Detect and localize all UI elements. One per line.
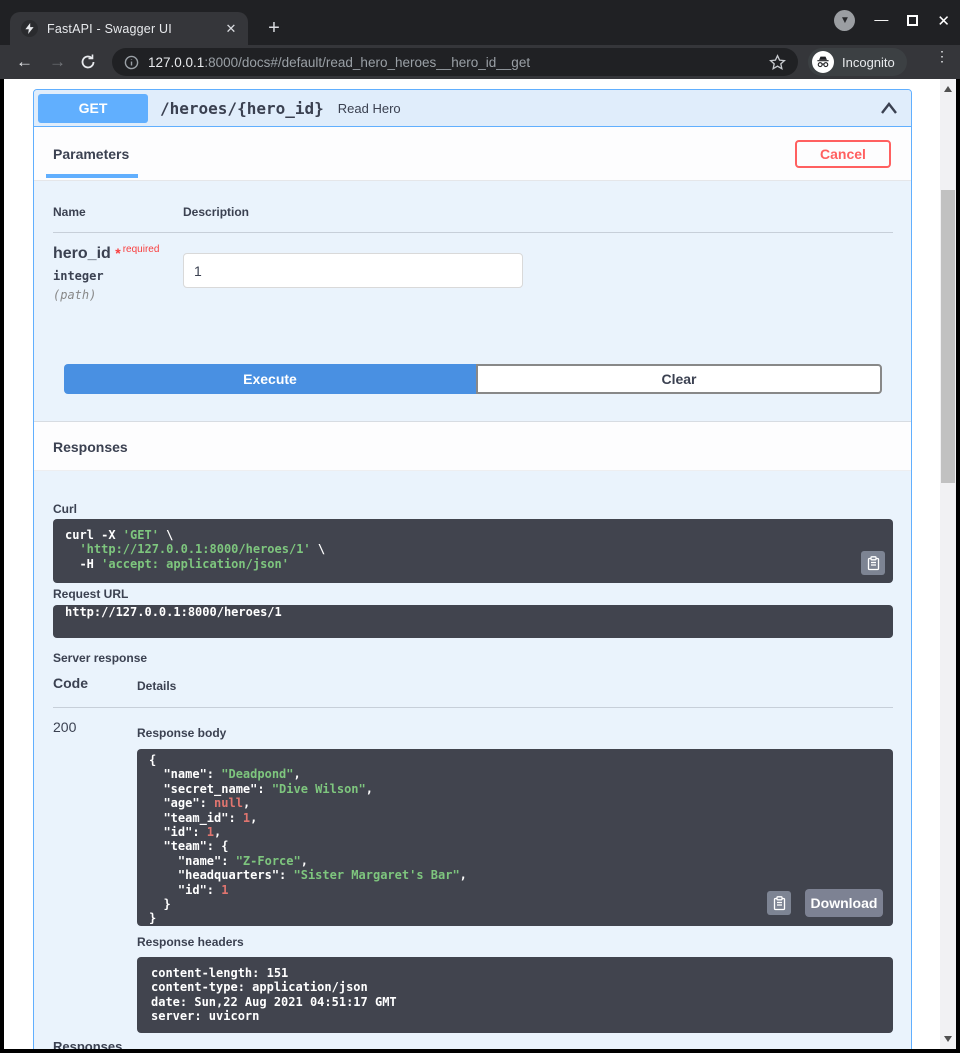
maximize-button[interactable]	[907, 15, 918, 26]
status-code: 200	[53, 719, 76, 735]
operation-summary: Read Hero	[338, 101, 879, 116]
browser-menu-icon[interactable]: ⋮	[934, 53, 950, 59]
scrollbar-thumb[interactable]	[941, 190, 955, 483]
parameters-header: Parameters Cancel	[34, 127, 911, 181]
curl-command: curl -X 'GET' \ 'http://127.0.0.1:8000/h…	[53, 519, 893, 583]
page-scrollbar[interactable]	[940, 79, 956, 1049]
cancel-button[interactable]: Cancel	[795, 140, 891, 168]
collapse-chevron-icon[interactable]	[879, 100, 899, 117]
browser-tab[interactable]: FastAPI - Swagger UI ✕	[10, 12, 248, 45]
url-host: 127.0.0.1	[148, 55, 204, 70]
parameter-location: (path)	[53, 288, 159, 302]
operation-block: GET /heroes/{hero_id} Read Hero Paramete…	[33, 89, 912, 1049]
page-info-icon[interactable]	[124, 55, 139, 70]
minimize-button[interactable]: —	[874, 14, 888, 24]
request-url-value: http://127.0.0.1:8000/heroes/1	[53, 605, 893, 638]
method-badge: GET	[38, 94, 148, 123]
required-label: required	[123, 244, 160, 255]
window-controls: ▼ — ✕	[834, 10, 950, 31]
incognito-label: Incognito	[842, 55, 895, 70]
tab-close-icon[interactable]: ✕	[222, 20, 240, 38]
response-headers-block: content-length: 151content-type: applica…	[137, 957, 893, 1033]
clear-button[interactable]: Clear	[476, 364, 882, 394]
new-tab-button[interactable]: +	[262, 17, 286, 41]
table-divider	[53, 232, 893, 233]
active-tab-underline	[46, 174, 138, 178]
code-table-divider	[53, 707, 893, 708]
tab-title: FastAPI - Swagger UI	[47, 22, 222, 36]
required-star: *	[115, 245, 120, 261]
reload-button[interactable]	[80, 54, 96, 70]
download-button[interactable]: Download	[805, 889, 883, 917]
parameter-type: integer	[53, 269, 159, 283]
address-bar[interactable]: 127.0.0.1:8000/docs#/default/read_hero_h…	[112, 48, 798, 76]
parameter-info: hero_id *required integer (path)	[53, 244, 159, 302]
copy-response-button[interactable]	[767, 891, 791, 915]
browser-tabstrip: FastAPI - Swagger UI ✕ + ▼ — ✕	[0, 0, 960, 45]
responses-body: Curl curl -X 'GET' \ 'http://127.0.0.1:8…	[34, 471, 911, 1049]
server-response-label: Server response	[53, 651, 147, 665]
column-header-details: Details	[137, 679, 176, 693]
swagger-page: GET /heroes/{hero_id} Read Hero Paramete…	[4, 79, 956, 1049]
scroll-up-icon[interactable]	[944, 86, 952, 92]
request-url-label: Request URL	[53, 587, 128, 601]
column-header-code: Code	[53, 675, 88, 691]
operation-path: /heroes/{hero_id}	[160, 99, 324, 118]
documented-responses-title: Responses	[53, 1039, 122, 1049]
curl-code: curl -X 'GET' \ 'http://127.0.0.1:8000/h…	[65, 528, 881, 571]
column-header-name: Name	[53, 205, 86, 219]
response-body-label: Response body	[137, 726, 226, 740]
parameter-name: hero_id	[53, 245, 111, 262]
operation-header[interactable]: GET /heroes/{hero_id} Read Hero	[34, 90, 911, 127]
response-body-block: { "name": "Deadpond", "secret_name": "Di…	[137, 749, 893, 926]
execute-row: Execute Clear	[64, 364, 882, 394]
browser-update-icon[interactable]: ▼	[834, 10, 855, 31]
incognito-icon	[812, 51, 834, 73]
column-header-description: Description	[183, 205, 249, 219]
parameters-title: Parameters	[53, 146, 129, 162]
copy-curl-button[interactable]	[861, 551, 885, 575]
responses-header: Responses	[34, 421, 911, 471]
responses-title: Responses	[53, 439, 128, 455]
browser-toolbar: ← → 127.0.0.1:8000/docs#/default/read_he…	[0, 45, 960, 79]
back-button[interactable]: ←	[16, 52, 33, 72]
execute-button[interactable]: Execute	[64, 364, 476, 394]
forward-button: →	[49, 52, 66, 72]
url-text[interactable]: 127.0.0.1:8000/docs#/default/read_hero_h…	[148, 55, 769, 70]
response-headers-label: Response headers	[137, 935, 244, 949]
scroll-down-icon[interactable]	[944, 1036, 952, 1042]
close-window-button[interactable]: ✕	[937, 12, 950, 30]
url-path: :8000/docs#/default/read_hero_heroes__he…	[204, 55, 530, 70]
fastapi-favicon-icon	[21, 20, 38, 37]
curl-label: Curl	[53, 502, 77, 516]
incognito-badge: Incognito	[808, 48, 907, 76]
hero-id-input[interactable]	[183, 253, 523, 288]
parameters-body: Name Description hero_id *required integ…	[34, 181, 911, 421]
bookmark-star-icon[interactable]	[769, 54, 786, 71]
